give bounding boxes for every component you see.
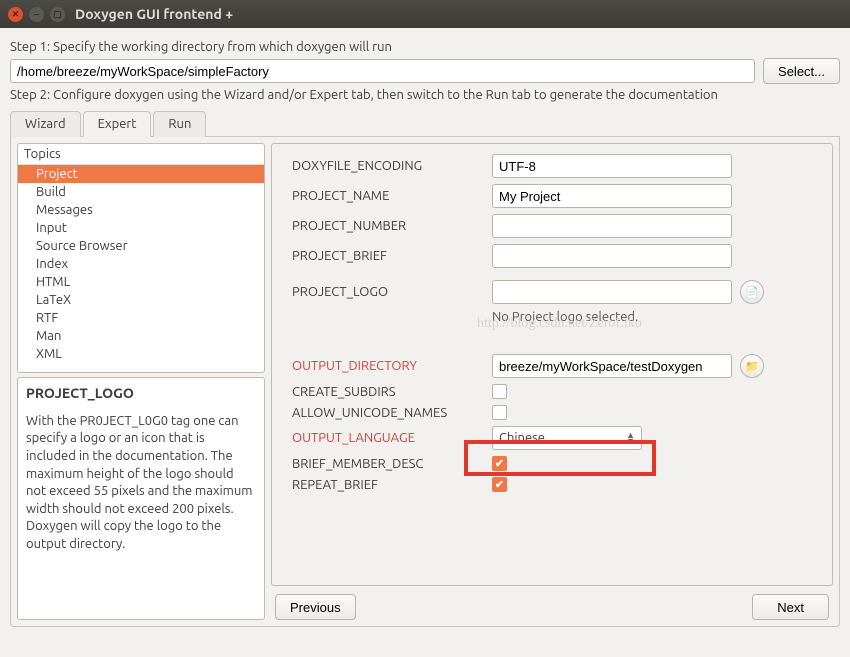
tab-wizard[interactable]: Wizard — [10, 111, 81, 137]
tab-bar: Wizard Expert Run — [10, 110, 840, 137]
topic-build[interactable]: Build — [18, 183, 264, 201]
close-icon[interactable]: ✕ — [8, 7, 23, 22]
select-button[interactable]: Select... — [763, 58, 840, 84]
label-output-directory: OUTPUT_DIRECTORY — [292, 359, 492, 373]
step1-label: Step 1: Specify the working directory fr… — [10, 40, 840, 54]
folder-icon[interactable]: 📁 — [740, 354, 764, 378]
topic-html[interactable]: HTML — [18, 273, 264, 291]
label-doxyfile-encoding: DOXYFILE_ENCODING — [292, 159, 492, 173]
input-project-name[interactable] — [492, 184, 732, 208]
minimize-icon[interactable]: ‒ — [29, 7, 44, 22]
select-output-language-value: Chinese — [499, 431, 545, 445]
input-project-number[interactable] — [492, 214, 732, 238]
checkbox-create-subdirs[interactable] — [492, 384, 507, 399]
select-output-language[interactable]: Chinese ▲▼ — [492, 426, 642, 450]
titlebar: ✕ ‒ ▢ Doxygen GUI frontend + — [0, 0, 850, 28]
topic-index[interactable]: Index — [18, 255, 264, 273]
topic-latex[interactable]: LaTeX — [18, 291, 264, 309]
topic-source-browser[interactable]: Source Browser — [18, 237, 264, 255]
input-project-brief[interactable] — [492, 244, 732, 268]
step2-label: Step 2: Configure doxygen using the Wiza… — [10, 88, 840, 102]
label-output-language: OUTPUT_LANGUAGE — [292, 431, 492, 445]
topic-project[interactable]: Project — [18, 165, 264, 183]
form-panel[interactable]: http://blog.csdn.net/ZeroLiko DOXYFILE_E… — [271, 143, 833, 586]
topic-man[interactable]: Man — [18, 327, 264, 345]
window-title: Doxygen GUI frontend + — [75, 6, 233, 22]
checkbox-repeat-brief[interactable]: ✔ — [492, 477, 507, 492]
checkbox-allow-unicode-names[interactable] — [492, 405, 507, 420]
tab-run[interactable]: Run — [153, 111, 206, 137]
label-project-brief: PROJECT_BRIEF — [292, 249, 492, 263]
previous-button[interactable]: Previous — [275, 594, 356, 620]
next-button[interactable]: Next — [752, 594, 829, 620]
window-buttons: ✕ ‒ ▢ — [8, 7, 65, 22]
topic-messages[interactable]: Messages — [18, 201, 264, 219]
maximize-icon[interactable]: ▢ — [50, 7, 65, 22]
input-output-directory[interactable] — [492, 354, 732, 378]
label-brief-member-desc: BRIEF_MEMBER_DESC — [292, 457, 492, 471]
input-project-logo[interactable] — [492, 280, 732, 304]
label-create-subdirs: CREATE_SUBDIRS — [292, 385, 492, 399]
topic-input[interactable]: Input — [18, 219, 264, 237]
checkbox-brief-member-desc[interactable]: ✔ — [492, 456, 507, 471]
description-body: With the PR0JECT_L0G0 tag one can specif… — [26, 413, 256, 553]
label-allow-unicode-names: ALLOW_UNICODE_NAMES — [292, 406, 492, 420]
working-dir-input[interactable] — [10, 59, 755, 83]
description-panel: PROJECT_LOGO With the PR0JECT_L0G0 tag o… — [17, 377, 265, 620]
topics-panel: Topics Project Build Messages Input Sour… — [17, 143, 265, 373]
topics-list[interactable]: Project Build Messages Input Source Brow… — [18, 165, 264, 372]
topics-header: Topics — [18, 144, 264, 165]
topic-rtf[interactable]: RTF — [18, 309, 264, 327]
file-icon[interactable]: 📄 — [740, 280, 764, 304]
project-logo-status: No Project logo selected. — [492, 310, 824, 324]
input-doxyfile-encoding[interactable] — [492, 154, 732, 178]
topic-xml[interactable]: XML — [18, 345, 264, 363]
tab-expert[interactable]: Expert — [83, 111, 152, 137]
label-project-name: PROJECT_NAME — [292, 189, 492, 203]
chevron-updown-icon: ▲▼ — [626, 432, 635, 444]
label-project-logo: PROJECT_LOGO — [292, 285, 492, 299]
label-project-number: PROJECT_NUMBER — [292, 219, 492, 233]
description-title: PROJECT_LOGO — [26, 384, 256, 403]
label-repeat-brief: REPEAT_BRIEF — [292, 478, 492, 492]
